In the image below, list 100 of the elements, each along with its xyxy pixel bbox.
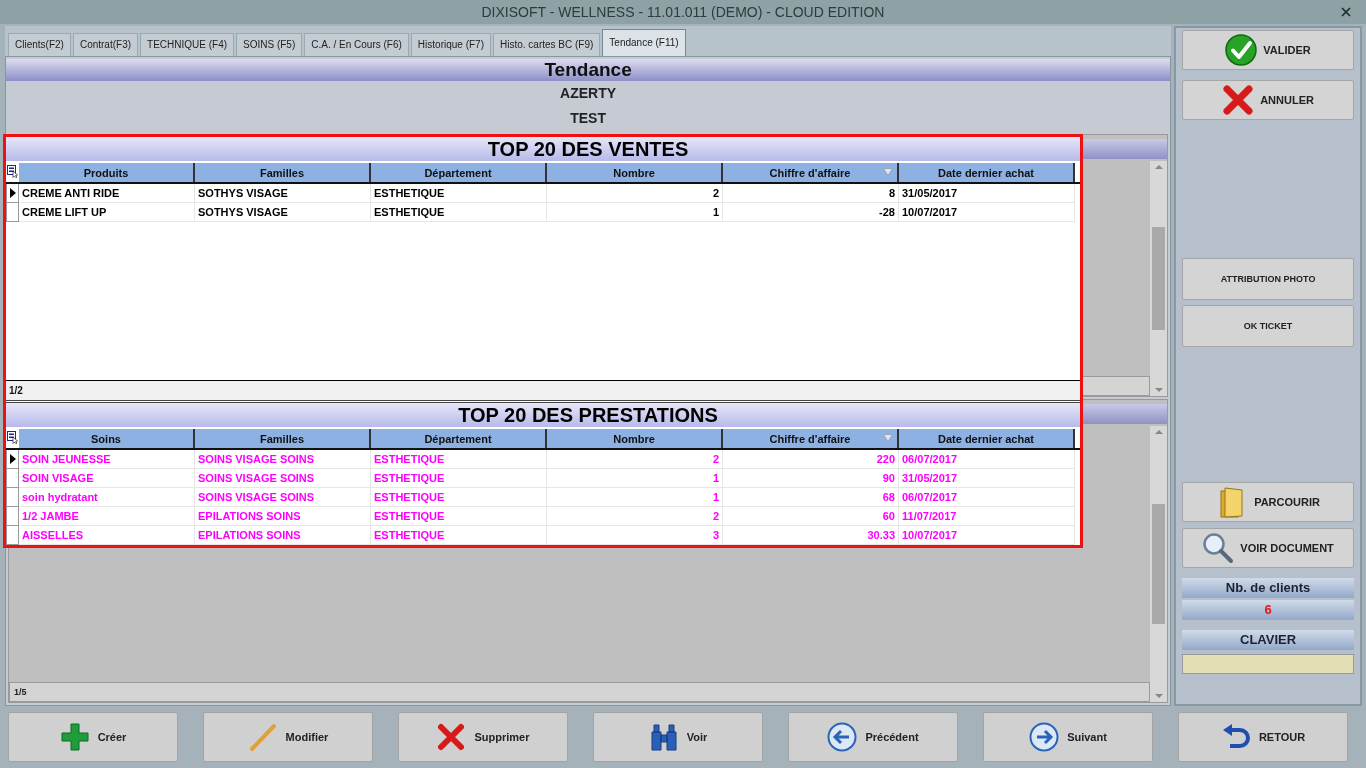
table-cell: ESTHETIQUE [371, 526, 547, 545]
action-button[interactable]: PARCOURIR [1182, 482, 1354, 522]
table-cell: ESTHETIQUE [371, 488, 547, 507]
column-header[interactable]: Département [371, 163, 547, 182]
action-button[interactable]: VALIDER [1182, 30, 1354, 70]
toolbar-button[interactable]: Suivant [983, 712, 1153, 762]
column-header[interactable]: Date dernier achat [899, 429, 1075, 448]
table-cell: 31/05/2017 [899, 184, 1075, 203]
row-pointer-icon [9, 454, 16, 464]
table-cell: SOIN VISAGE [19, 469, 195, 488]
check-icon [1225, 34, 1258, 66]
toolbar-button[interactable]: RETOUR [1178, 712, 1348, 762]
page-subtitle: TEST [569, 109, 607, 128]
keyboard-input-field[interactable] [1182, 654, 1354, 674]
search-icon [1202, 532, 1235, 564]
table-cell: SOIN JEUNESSE [19, 450, 195, 469]
toolbar-button[interactable]: Modifier [203, 712, 373, 762]
binoculars-icon [648, 722, 679, 752]
row-pointer-icon [9, 188, 16, 198]
column-header[interactable]: Chiffre d'affaire [723, 429, 899, 448]
toolbar-button[interactable]: Supprimer [398, 712, 568, 762]
table-cell: CREME ANTI RIDE [19, 184, 195, 203]
row-header-cell[interactable] [6, 488, 19, 507]
table-cell: soin hydratant [19, 488, 195, 507]
table-cell: 06/07/2017 [899, 488, 1075, 507]
table-cell: SOTHYS VISAGE [195, 184, 371, 203]
toolbar-button[interactable]: Voir [593, 712, 763, 762]
column-header[interactable]: Nombre [547, 163, 723, 182]
column-header[interactable]: Date dernier achat [899, 163, 1075, 182]
table-cell: 1 [547, 469, 723, 488]
row-header-cell[interactable] [6, 507, 19, 526]
row-header-cell[interactable] [6, 526, 19, 545]
clients-count: 6 [1182, 600, 1354, 620]
table-title: TOP 20 DES VENTES [6, 137, 1080, 161]
action-button[interactable]: VOIR DOCUMENT [1182, 528, 1354, 568]
table-cell: 90 [723, 469, 899, 488]
page-subtitle: AZERTY [559, 84, 618, 103]
table-cell: 2 [547, 184, 723, 203]
table-title: TOP 20 DES PRESTATIONS [6, 403, 1080, 427]
table-cell: 3 [547, 526, 723, 545]
column-header[interactable]: Département [371, 429, 547, 448]
row-header-cell[interactable] [6, 203, 19, 222]
table-cell: 1 [547, 488, 723, 507]
tab[interactable]: TECHNIQUE (F4) [140, 33, 235, 56]
table-cell: SOINS VISAGE SOINS [195, 488, 371, 507]
table-cell: -28 [723, 203, 899, 222]
table-cell: SOINS VISAGE SOINS [195, 469, 371, 488]
table-cell: 2 [547, 507, 723, 526]
action-button[interactable]: ATTRIBUTION PHOTO [1182, 258, 1354, 300]
table-cell: 11/07/2017 [899, 507, 1075, 526]
table-cell: 220 [723, 450, 899, 469]
row-header-cell[interactable] [6, 184, 19, 203]
sort-icon [883, 434, 893, 442]
column-header[interactable]: Familles [195, 429, 371, 448]
table-cell: 10/07/2017 [899, 526, 1075, 545]
table-cell: 8 [723, 184, 899, 203]
tab[interactable]: Contrat(F3) [72, 33, 139, 56]
table-cell: SOTHYS VISAGE [195, 203, 371, 222]
tab[interactable]: Historique (F7) [410, 33, 491, 56]
table-cell: 1 [547, 203, 723, 222]
close-icon[interactable] [1341, 7, 1351, 17]
clients-count-label: Nb. de clients [1182, 578, 1354, 598]
table-cell: SOINS VISAGE SOINS [195, 450, 371, 469]
table-cell: 68 [723, 488, 899, 507]
grid-settings-icon[interactable] [7, 165, 18, 178]
cross-icon [436, 722, 467, 752]
column-header[interactable]: Chiffre d'affaire [723, 163, 899, 182]
table-cell: ESTHETIQUE [371, 450, 547, 469]
column-header[interactable]: Soins [19, 429, 195, 448]
tab[interactable]: Histo. cartes BC (F9) [493, 33, 601, 56]
tab[interactable]: C.A. / En Cours (F6) [304, 33, 409, 56]
table-cell: 1/2 JAMBE [19, 507, 195, 526]
page-title: Tendance [6, 59, 1171, 81]
toolbar-button[interactable]: Précédent [788, 712, 958, 762]
tab[interactable]: Tendance (F11) [602, 29, 686, 56]
action-button[interactable]: OK TICKET [1182, 305, 1354, 347]
table-cell: ESTHETIQUE [371, 184, 547, 203]
scrollbar[interactable] [1150, 426, 1168, 702]
toolbar-button[interactable]: Créer [8, 712, 178, 762]
table-cell: ESTHETIQUE [371, 507, 547, 526]
pencil-icon [247, 722, 278, 752]
action-button[interactable]: ANNULER [1182, 80, 1354, 120]
column-header[interactable]: Nombre [547, 429, 723, 448]
scrollbar[interactable] [1150, 161, 1168, 396]
tab[interactable]: Clients(F2) [8, 33, 71, 56]
table-cell: ESTHETIQUE [371, 203, 547, 222]
table-cell: EPILATIONS SOINS [195, 507, 371, 526]
column-header[interactable]: Produits [19, 163, 195, 182]
tab[interactable]: SOINS (F5) [236, 33, 303, 56]
row-header-cell[interactable] [6, 450, 19, 469]
table-cell: 10/07/2017 [899, 203, 1075, 222]
column-header[interactable]: Familles [195, 163, 371, 182]
window-title: DIXISOFT - WELLNESS - 11.01.011 (DEMO) - CLOUD EDITION [481, 4, 885, 20]
table-cell: 30.33 [723, 526, 899, 545]
table-cell: 60 [723, 507, 899, 526]
grid-settings-icon[interactable] [7, 431, 18, 444]
table-cell: EPILATIONS SOINS [195, 526, 371, 545]
row-header-cell[interactable] [6, 469, 19, 488]
table-cell: 31/05/2017 [899, 469, 1075, 488]
table-cell: AISSELLES [19, 526, 195, 545]
